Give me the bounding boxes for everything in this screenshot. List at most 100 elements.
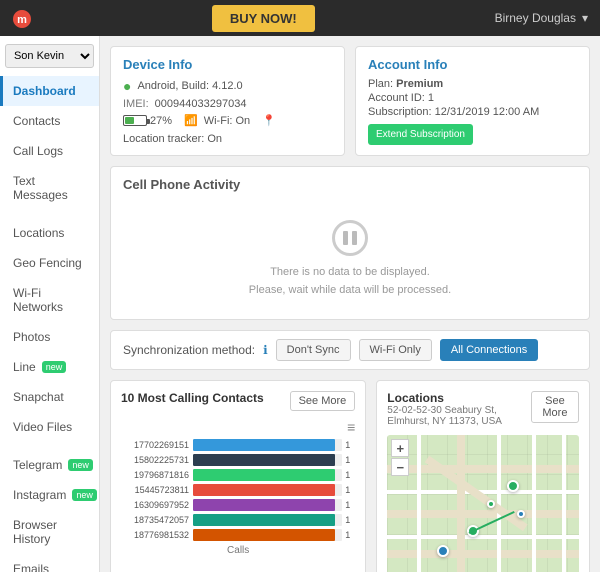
bar-fill bbox=[193, 454, 335, 466]
sidebar-item-label: Video Files bbox=[13, 420, 72, 434]
bar-fill bbox=[193, 469, 335, 481]
bar-container bbox=[193, 469, 342, 481]
bar-container bbox=[193, 529, 342, 541]
location-card-header: Locations 52-02-52-30 Seabury St, Elmhur… bbox=[387, 391, 579, 431]
sidebar-item-text-messages[interactable]: Text Messages bbox=[0, 166, 99, 210]
sidebar-item-contacts[interactable]: Contacts bbox=[0, 106, 99, 136]
bar-count: 1 bbox=[345, 500, 355, 510]
location-icon: 📍 bbox=[262, 114, 276, 127]
table-row: 154457238111 bbox=[121, 484, 355, 496]
account-info-title: Account Info bbox=[368, 57, 577, 72]
imei-label: IMEI: bbox=[123, 98, 149, 110]
map-zoom-out[interactable]: − bbox=[391, 458, 409, 476]
sidebar-item-label: Instagram bbox=[13, 488, 66, 502]
bar-fill bbox=[193, 439, 335, 451]
bar-fill bbox=[193, 514, 335, 526]
user-selector[interactable]: Son Kevin bbox=[5, 44, 94, 68]
buy-now-button[interactable]: BUY NOW! bbox=[212, 5, 315, 32]
sidebar-item-snapchat[interactable]: Snapchat bbox=[0, 382, 99, 412]
bar-count: 1 bbox=[345, 515, 355, 525]
sidebar-item-label: Locations bbox=[13, 226, 64, 240]
subscription-row: Subscription: 12/31/2019 12:00 AM bbox=[368, 106, 577, 118]
sidebar-item-call-logs[interactable]: Call Logs bbox=[0, 136, 99, 166]
device-info-title: Device Info bbox=[123, 57, 332, 72]
wifi-icon: 📶 bbox=[184, 114, 198, 127]
device-status-row: 27% 📶 Wi-Fi: On 📍 Location tracker: On bbox=[123, 114, 332, 145]
bar-label: 17702269151 bbox=[121, 440, 193, 450]
battery-indicator: 27% bbox=[123, 115, 172, 127]
locations-card: Locations 52-02-52-30 Seabury St, Elmhur… bbox=[376, 380, 590, 572]
sidebar-item-browser-history[interactable]: Browser History bbox=[0, 510, 99, 554]
main-content: Device Info ● Android, Build: 4.12.0 IME… bbox=[100, 36, 600, 572]
calling-contacts-card: 10 Most Calling Contacts See More ≡ 1770… bbox=[110, 380, 366, 572]
bar-fill bbox=[193, 499, 335, 511]
plan-label: Plan: bbox=[368, 78, 393, 90]
sidebar-item-label: Emails bbox=[13, 562, 49, 572]
map-zoom-in[interactable]: + bbox=[391, 439, 409, 457]
user-name: Birney Douglas bbox=[495, 11, 576, 25]
sidebar-item-dashboard[interactable]: Dashboard bbox=[0, 76, 99, 106]
sidebar-item-geo-fencing[interactable]: Geo Fencing bbox=[0, 248, 99, 278]
bar-count: 1 bbox=[345, 440, 355, 450]
topbar: m BUY NOW! Birney Douglas ▾ bbox=[0, 0, 600, 36]
new-badge: new bbox=[42, 361, 67, 373]
bar-container bbox=[193, 484, 342, 496]
dont-sync-button[interactable]: Don't Sync bbox=[276, 339, 351, 361]
sync-row: Synchronization method: ℹ Don't Sync Wi-… bbox=[110, 330, 590, 370]
extend-subscription-button[interactable]: Extend Subscription bbox=[368, 124, 473, 145]
sidebar-item-instagram[interactable]: Instagramnew bbox=[0, 480, 99, 510]
calling-card-title: 10 Most Calling Contacts bbox=[121, 391, 264, 405]
table-row: 163096979521 bbox=[121, 499, 355, 511]
activity-placeholder: There is no data to be displayed. Please… bbox=[123, 200, 577, 309]
chart-menu-icon[interactable]: ≡ bbox=[121, 419, 355, 435]
sidebar: Son Kevin Dashboard ContactsCall Logs Text… bbox=[0, 36, 100, 572]
calling-chart: ≡ 17702269151115802225731119796871816115… bbox=[121, 415, 355, 560]
wifi-status: Wi-Fi: On bbox=[204, 115, 250, 127]
subscription-label: Subscription: bbox=[368, 106, 432, 118]
user-menu[interactable]: Birney Douglas ▾ bbox=[495, 11, 588, 25]
sidebar-item-photos[interactable]: Photos bbox=[0, 322, 99, 352]
chevron-down-icon: ▾ bbox=[582, 11, 588, 25]
new-badge: new bbox=[68, 459, 93, 471]
bar-container bbox=[193, 514, 342, 526]
sync-label: Synchronization method: bbox=[123, 343, 255, 357]
bar-count: 1 bbox=[345, 485, 355, 495]
cell-activity-card: Cell Phone Activity There is no data to … bbox=[110, 166, 590, 320]
sidebar-item-video-files[interactable]: Video Files bbox=[0, 412, 99, 442]
bar-fill bbox=[193, 484, 335, 496]
sidebar-item-label: Text Messages bbox=[13, 174, 89, 202]
sync-info-icon[interactable]: ℹ bbox=[263, 343, 268, 357]
table-row: 197968718161 bbox=[121, 469, 355, 481]
wifi-only-button[interactable]: Wi-Fi Only bbox=[359, 339, 432, 361]
svg-text:m: m bbox=[17, 14, 27, 26]
sidebar-item-label: Dashboard bbox=[13, 84, 76, 98]
location-see-more-button[interactable]: See More bbox=[531, 391, 579, 423]
sidebar-item-locations[interactable]: Locations bbox=[0, 218, 99, 248]
bar-fill bbox=[193, 529, 335, 541]
bottom-row: 10 Most Calling Contacts See More ≡ 1770… bbox=[110, 380, 590, 572]
sidebar-item-label: Telegram bbox=[13, 458, 62, 472]
main-layout: Son Kevin Dashboard ContactsCall Logs Text… bbox=[0, 36, 600, 572]
map-zoom-controls: + − bbox=[391, 439, 409, 476]
bar-label: 18735472057 bbox=[121, 515, 193, 525]
app-logo: m bbox=[12, 7, 32, 28]
account-info-card: Account Info Plan: Premium Account ID: 1… bbox=[355, 46, 590, 156]
sidebar-item-line[interactable]: Linenew bbox=[0, 352, 99, 382]
bar-container bbox=[193, 454, 342, 466]
bar-count: 1 bbox=[345, 530, 355, 540]
table-row: 17702269151 1 bbox=[121, 439, 355, 451]
calling-see-more-button[interactable]: See More bbox=[290, 391, 356, 411]
table-row: 158022257311 bbox=[121, 454, 355, 466]
sidebar-item-wi-fi-networks[interactable]: Wi-Fi Networks bbox=[0, 278, 99, 322]
sidebar-item-label: Photos bbox=[13, 330, 50, 344]
location-address: 52-02-52-30 Seabury St, Elmhurst, NY 113… bbox=[387, 405, 531, 427]
location-map: + − bbox=[387, 435, 579, 572]
sidebar-item-telegram[interactable]: Telegram new bbox=[0, 450, 99, 480]
table-row: 187769815321 bbox=[121, 529, 355, 541]
bar-count: 1 bbox=[345, 470, 355, 480]
account-id-value: 1 bbox=[428, 92, 434, 104]
sidebar-item-emails[interactable]: Emails bbox=[0, 554, 99, 572]
all-connections-button[interactable]: All Connections bbox=[440, 339, 538, 361]
bar-label: 15802225731 bbox=[121, 455, 193, 465]
sidebar-item-label: Wi-Fi Networks bbox=[13, 286, 89, 314]
